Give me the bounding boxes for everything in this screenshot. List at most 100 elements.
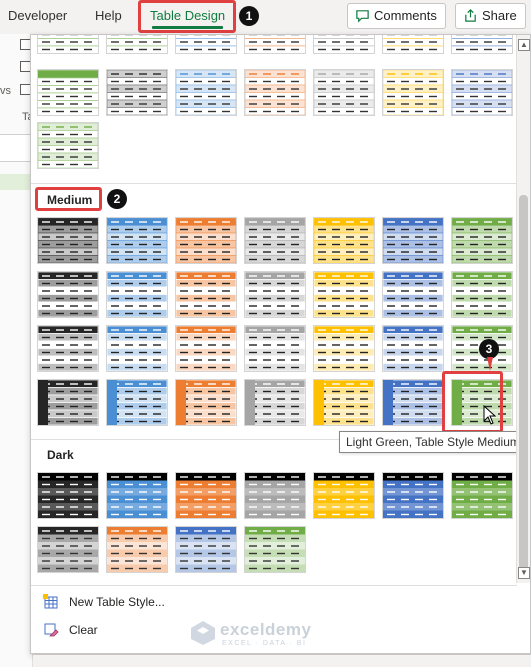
scroll-down-icon[interactable]: ▼ [518, 567, 530, 579]
step-badge-2: 2 [107, 189, 127, 209]
sheet-cell-strip [0, 134, 33, 162]
table-style-medium-gold-2[interactable] [313, 271, 375, 318]
table-style-medium-orange-4[interactable] [175, 379, 237, 426]
table-style-preview [383, 35, 443, 51]
table-style-medium-green-4[interactable] [451, 379, 513, 426]
table-style-dark-blue-1[interactable] [106, 472, 168, 519]
table-style-light-gold-grid[interactable] [382, 69, 444, 116]
comments-button[interactable]: Comments [347, 3, 446, 29]
table-style-preview [176, 527, 236, 572]
table-style-medium-black-4[interactable] [37, 379, 99, 426]
table-style-light-gray-grid[interactable] [313, 69, 375, 116]
table-style-light-blue2-grid[interactable] [451, 69, 513, 116]
table-style-light-white-black[interactable] [106, 35, 168, 54]
table-style-medium-orange-2[interactable] [175, 271, 237, 318]
table-style-light-blue2-light[interactable] [451, 35, 513, 54]
table-style-preview [38, 527, 98, 572]
table-style-medium-blue2-2[interactable] [382, 271, 444, 318]
table-style-preview [245, 272, 305, 317]
table-style-medium-blue2-3[interactable] [382, 325, 444, 372]
table-style-preview [107, 272, 167, 317]
table-style-light-orange-light[interactable] [244, 35, 306, 54]
table-style-preview [107, 473, 167, 518]
table-style-dark-green-2[interactable] [244, 526, 306, 573]
table-style-preview [245, 473, 305, 518]
ribbon-tab-bar: Developer Help Table Design 1 Comments S… [0, 0, 531, 34]
step-badge-3: 3 [479, 339, 499, 359]
table-style-dark-blue2-1[interactable] [382, 472, 444, 519]
table-style-medium-orange-3[interactable] [175, 325, 237, 372]
watermark-tagline: EXCEL · DATA · BI [222, 640, 307, 647]
table-style-preview [38, 218, 98, 263]
table-style-medium-gold-4[interactable] [313, 379, 375, 426]
table-style-medium-gray-4[interactable] [244, 379, 306, 426]
table-style-medium-blue-1[interactable] [106, 217, 168, 264]
table-style-preview [176, 35, 236, 51]
table-style-preview [245, 326, 305, 371]
table-style-light-green-full[interactable] [37, 69, 99, 116]
sheet-bottom-bar [33, 654, 531, 667]
table-style-dark-green-1[interactable] [451, 472, 513, 519]
style-tooltip: Light Green, Table Style Medium 28 [339, 431, 530, 453]
tab-developer[interactable]: Developer [4, 0, 71, 32]
table-style-light-white-green[interactable] [37, 35, 99, 54]
table-style-light-gold-light[interactable] [382, 35, 444, 54]
table-style-preview [452, 473, 512, 518]
table-style-dark-orange-1[interactable] [175, 472, 237, 519]
table-style-light-green-simple[interactable] [37, 122, 99, 169]
table-style-preview [452, 70, 512, 115]
table-style-light-gray-light[interactable] [313, 35, 375, 54]
table-style-medium-black-2[interactable] [37, 271, 99, 318]
table-style-preview [176, 380, 236, 425]
new-table-style-icon [43, 594, 58, 609]
table-style-dark-blue2-2[interactable] [175, 526, 237, 573]
table-style-medium-gold-3[interactable] [313, 325, 375, 372]
table-style-medium-gray-3[interactable] [244, 325, 306, 372]
table-style-medium-gray-1[interactable] [244, 217, 306, 264]
exceldemy-watermark: exceldemy EXCEL · DATA · BI [190, 618, 350, 652]
table-style-medium-gold-1[interactable] [313, 217, 375, 264]
table-style-preview [38, 70, 98, 113]
table-style-medium-green-1[interactable] [451, 217, 513, 264]
table-style-preview [383, 326, 443, 371]
table-style-medium-blue-4[interactable] [106, 379, 168, 426]
table-style-medium-gray-2[interactable] [244, 271, 306, 318]
table-style-preview [383, 218, 443, 263]
table-style-preview [38, 123, 98, 168]
comments-button-label: Comments [374, 8, 437, 23]
table-style-medium-blue2-4[interactable] [382, 379, 444, 426]
table-style-dark-gold-1[interactable] [313, 472, 375, 519]
new-table-style-label: New Table Style... [69, 595, 165, 609]
table-style-medium-black-3[interactable] [37, 325, 99, 372]
table-style-light-orange-grid[interactable] [244, 69, 306, 116]
table-style-dark-black-1[interactable] [37, 472, 99, 519]
table-style-dark-orange-2[interactable] [106, 526, 168, 573]
table-style-preview [314, 473, 374, 518]
scroll-up-icon[interactable]: ▲ [518, 39, 530, 51]
table-style-preview [176, 326, 236, 371]
table-style-medium-green-2[interactable] [451, 271, 513, 318]
medium-section-label: Medium [47, 193, 93, 207]
table-style-preview [176, 473, 236, 518]
gallery-scrollbar[interactable]: ▲ ▼ [516, 35, 530, 583]
tab-table-design[interactable]: Table Design [146, 0, 229, 32]
table-style-dark-black-2[interactable] [37, 526, 99, 573]
table-style-medium-blue-2[interactable] [106, 271, 168, 318]
table-style-medium-blue-3[interactable] [106, 325, 168, 372]
share-button[interactable]: Share [455, 3, 526, 29]
table-style-light-blue-light[interactable] [175, 35, 237, 54]
table-style-medium-black-1[interactable] [37, 217, 99, 264]
clear-item[interactable]: Clear [37, 617, 98, 643]
tab-help[interactable]: Help [91, 0, 126, 32]
table-style-light-blue-grid[interactable] [175, 69, 237, 116]
table-style-medium-blue2-1[interactable] [382, 217, 444, 264]
table-style-light-black-grid[interactable] [106, 69, 168, 116]
table-style-preview [176, 70, 236, 115]
comment-icon [356, 10, 369, 23]
scroll-thumb[interactable] [519, 195, 528, 573]
table-style-medium-orange-1[interactable] [175, 217, 237, 264]
table-style-preview [314, 35, 374, 51]
table-style-dark-gray-1[interactable] [244, 472, 306, 519]
table-style-preview [383, 473, 443, 518]
new-table-style-item[interactable]: New Table Style... [37, 589, 165, 615]
